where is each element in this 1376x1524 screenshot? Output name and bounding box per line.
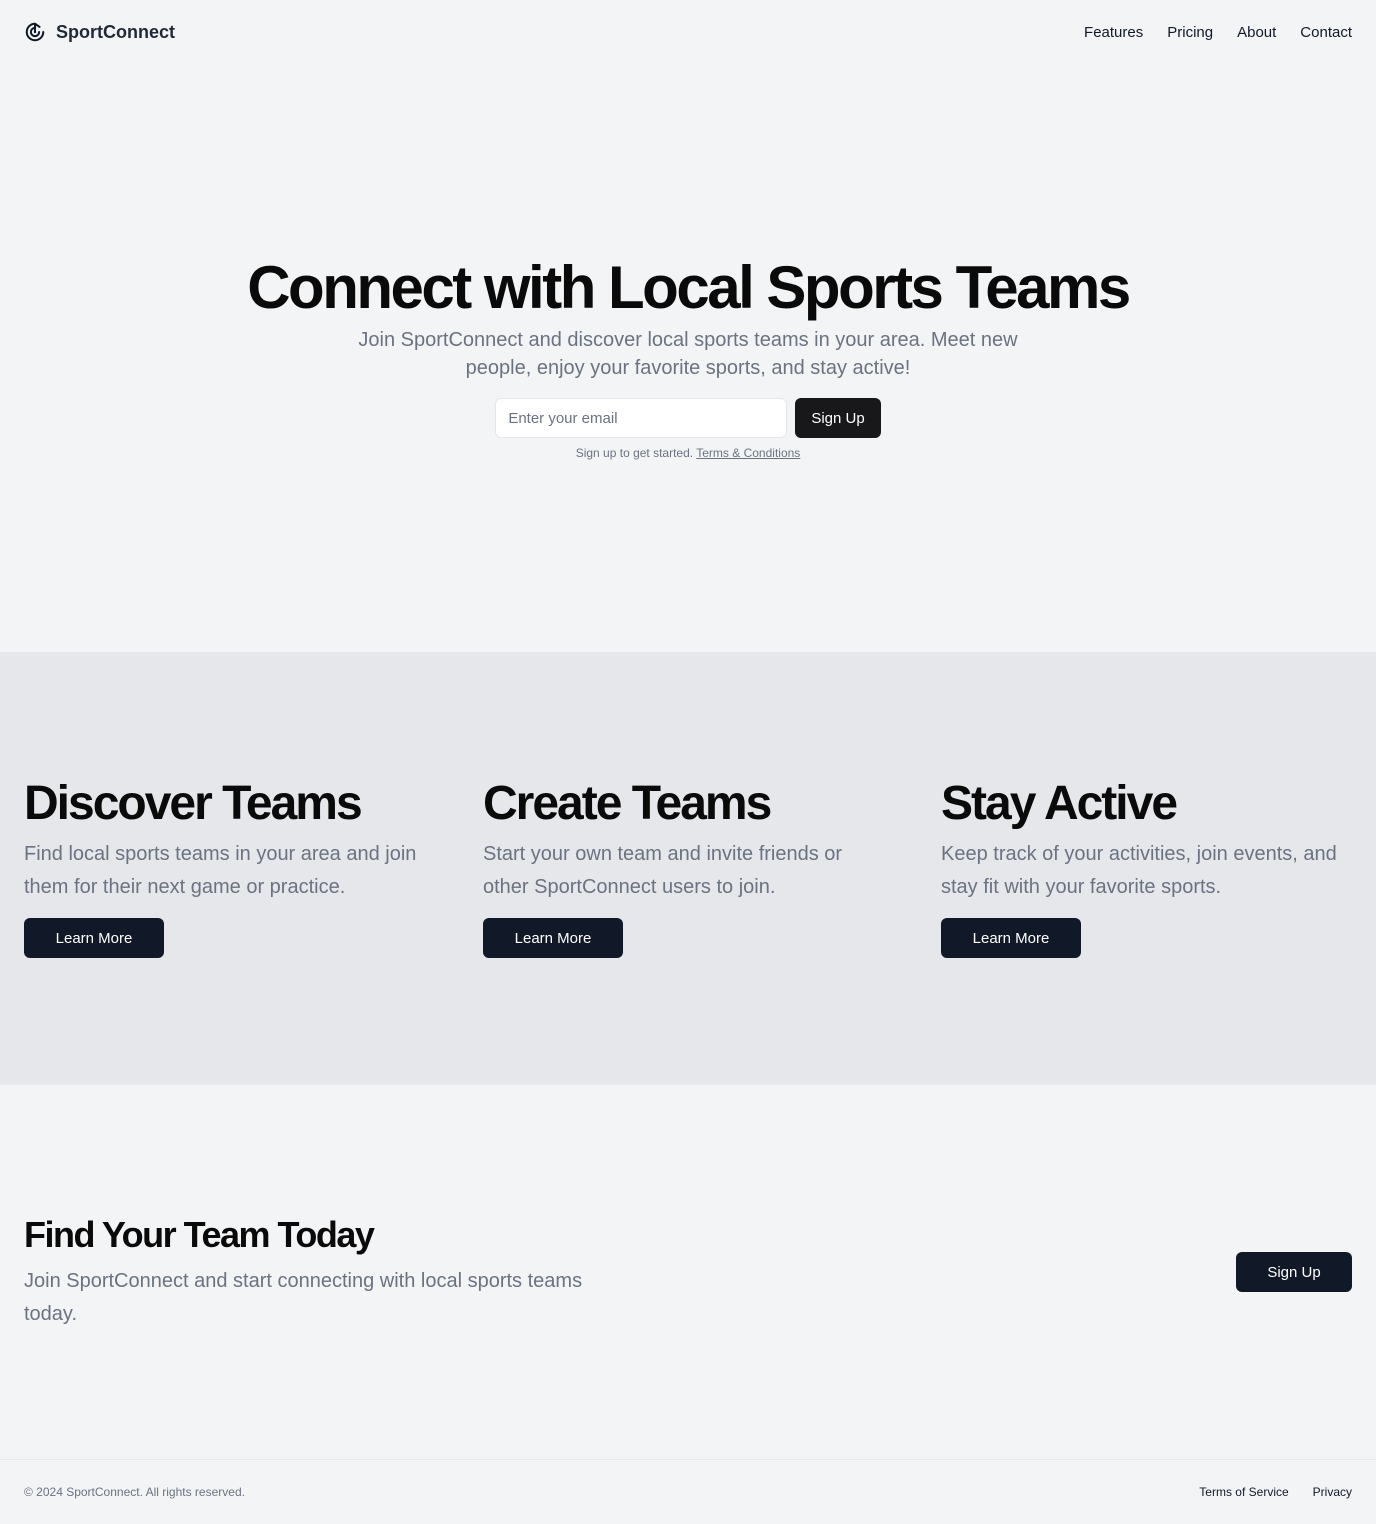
copyright: © 2024 SportConnect. All rights reserved…	[24, 1485, 245, 1499]
feature-description: Keep track of your activities, join even…	[941, 843, 1337, 898]
email-input[interactable]	[495, 398, 788, 438]
feature-title: Stay Active	[941, 777, 1178, 830]
learn-more-button[interactable]: Learn More	[941, 918, 1081, 958]
feature-create-teams: Create Teams Start your own team and inv…	[483, 776, 893, 958]
features-section: Discover Teams Find local sports teams i…	[0, 652, 1376, 1085]
main-nav: Features Pricing About Contact	[1084, 24, 1352, 41]
signup-note: Sign up to get started. Terms & Conditio…	[576, 446, 801, 460]
hero-sign-up-button[interactable]: Sign Up	[795, 398, 881, 438]
feature-description: Find local sports teams in your area and…	[24, 843, 417, 898]
brand-name: SportConnect	[56, 21, 175, 42]
feature-discover-teams: Discover Teams Find local sports teams i…	[24, 776, 434, 958]
cta-subtitle: Join SportConnect and start connecting w…	[24, 1270, 583, 1325]
signup-note-text: Sign up to get started.	[575, 446, 694, 460]
feature-stay-active: Stay Active Keep track of your activitie…	[941, 776, 1351, 958]
site-header: SportConnect Features Pricing About Cont…	[0, 0, 1376, 64]
site-footer: © 2024 SportConnect. All rights reserved…	[0, 1459, 1376, 1524]
feature-title: Discover Teams	[24, 777, 363, 830]
feature-description: Start your own team and invite friends o…	[483, 843, 843, 898]
terms-link[interactable]: Terms & Conditions	[696, 446, 800, 460]
cta-section: Find Your Team Today Join SportConnect a…	[0, 1085, 1376, 1459]
learn-more-button[interactable]: Learn More	[483, 918, 623, 958]
learn-more-button[interactable]: Learn More	[24, 918, 164, 958]
nav-link-contact[interactable]: Contact	[1300, 24, 1352, 41]
hero-title: Connect with Local Sports Teams	[247, 254, 1131, 321]
nav-link-about[interactable]: About	[1237, 24, 1276, 41]
nav-link-pricing[interactable]: Pricing	[1167, 24, 1213, 41]
signup-form: Sign Up	[495, 398, 881, 438]
brand[interactable]: SportConnect	[24, 21, 175, 43]
terms-of-service-link[interactable]: Terms of Service	[1199, 1485, 1288, 1499]
cta-title: Find Your Team Today	[24, 1214, 375, 1255]
hero-section: Connect with Local Sports Teams Join Spo…	[0, 64, 1376, 652]
target-play-icon	[24, 21, 46, 43]
footer-links: Terms of Service Privacy	[1199, 1485, 1352, 1499]
feature-title: Create Teams	[483, 777, 772, 830]
privacy-link[interactable]: Privacy	[1313, 1485, 1352, 1499]
hero-subtitle: Join SportConnect and discover local spo…	[358, 329, 1018, 379]
nav-link-features[interactable]: Features	[1084, 24, 1143, 41]
cta-sign-up-button[interactable]: Sign Up	[1236, 1252, 1352, 1292]
